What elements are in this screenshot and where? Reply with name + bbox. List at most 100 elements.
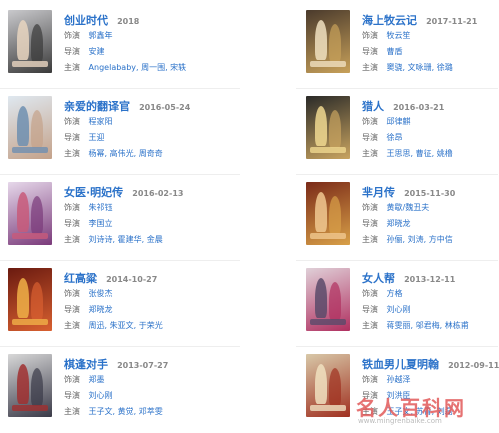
cast-value[interactable]: 孙俪, 刘涛, 方中信 xyxy=(387,235,453,244)
release-date: 2016-03-21 xyxy=(393,103,445,112)
movie-title[interactable]: 女医·明妃传 xyxy=(64,186,123,199)
release-date: 2017-11-21 xyxy=(426,17,478,26)
role-label: 饰演 xyxy=(64,375,80,384)
role-row: 饰演 黄歇/魏丑夫 xyxy=(362,200,499,216)
role-value[interactable]: 郭鑫年 xyxy=(89,31,113,40)
movie-poster[interactable] xyxy=(306,10,350,73)
cast-row: 主演 窦骁, 文咏珊, 徐璐 xyxy=(362,60,499,76)
movie-poster[interactable] xyxy=(306,268,350,331)
role-label: 饰演 xyxy=(64,203,80,212)
cast-row: 主演 孙俪, 刘涛, 方中信 xyxy=(362,232,499,248)
role-value[interactable]: 方格 xyxy=(387,289,403,298)
role-value[interactable]: 孙越泽 xyxy=(387,375,411,384)
movie-card: 棋逢对手 2013-07-27 饰演 郑墨 导演 刘心刚 主演 王子文, 黄觉,… xyxy=(0,354,240,432)
role-value[interactable]: 郑墨 xyxy=(89,375,105,384)
director-value[interactable]: 王迎 xyxy=(89,133,105,142)
movie-card: 猎人 2016-03-21 饰演 邱律麒 导演 徐昂 主演 王思思, 曹征, 姚… xyxy=(298,96,499,174)
movie-title[interactable]: 芈月传 xyxy=(362,186,395,199)
role-value[interactable]: 黄歇/魏丑夫 xyxy=(387,203,430,212)
role-label: 饰演 xyxy=(362,31,378,40)
movie-card: 芈月传 2015-11-30 饰演 黄歇/魏丑夫 导演 郑晓龙 主演 孙俪, 刘… xyxy=(298,182,499,260)
movie-info: 亲爱的翻译官 2016-05-24 饰演 程家阳 导演 王迎 主演 杨幂, 高伟… xyxy=(64,96,240,162)
role-label: 饰演 xyxy=(64,31,80,40)
movie-poster[interactable] xyxy=(8,96,52,159)
director-value[interactable]: 安建 xyxy=(89,47,105,56)
movie-card: 女医·明妃传 2016-02-13 饰演 朱祁钰 导演 李国立 主演 刘诗诗, … xyxy=(0,182,240,260)
cast-label: 主演 xyxy=(64,235,80,244)
role-value[interactable]: 邱律麒 xyxy=(387,117,411,126)
movie-poster[interactable] xyxy=(8,10,52,73)
director-label: 导演 xyxy=(64,47,80,56)
cast-label: 主演 xyxy=(64,321,80,330)
cast-value[interactable]: 刘诗诗, 霍建华, 金晨 xyxy=(89,235,163,244)
role-value[interactable]: 朱祁钰 xyxy=(89,203,113,212)
movie-poster[interactable] xyxy=(8,182,52,245)
cast-row: 主演 王子文, 黄觉, 邓萃雯 xyxy=(64,404,240,420)
role-row: 饰演 牧云笙 xyxy=(362,28,499,44)
row-divider xyxy=(0,346,240,347)
movie-info: 创业时代 2018 饰演 郭鑫年 导演 安建 主演 Angelababy, 周一… xyxy=(64,10,240,76)
movie-title[interactable]: 红高粱 xyxy=(64,272,97,285)
cast-value[interactable]: 王子文, 黄觉, 邓萃雯 xyxy=(89,407,163,416)
release-date: 2018 xyxy=(117,17,140,26)
cast-row: 主演 刘诗诗, 霍建华, 金晨 xyxy=(64,232,240,248)
director-label: 导演 xyxy=(362,47,378,56)
cast-value[interactable]: 蒋雯丽, 邬君梅, 林栋甫 xyxy=(387,321,469,330)
movie-card: 创业时代 2018 饰演 郭鑫年 导演 安建 主演 Angelababy, 周一… xyxy=(0,10,240,88)
director-row: 导演 王迎 xyxy=(64,130,240,146)
movie-poster[interactable] xyxy=(306,96,350,159)
director-value[interactable]: 李国立 xyxy=(89,219,113,228)
cast-label: 主演 xyxy=(362,235,378,244)
cast-value[interactable]: 杨幂, 高伟光, 周奇奇 xyxy=(89,149,163,158)
role-value[interactable]: 张俊杰 xyxy=(89,289,113,298)
cast-value[interactable]: 窦骁, 文咏珊, 徐璐 xyxy=(387,63,453,72)
row-divider xyxy=(0,88,240,89)
director-row: 导演 徐昂 xyxy=(362,130,499,146)
role-value[interactable]: 程家阳 xyxy=(89,117,113,126)
movie-title[interactable]: 猎人 xyxy=(362,100,384,113)
release-date: 2016-02-13 xyxy=(132,189,184,198)
movie-card: 女人帮 2013-12-11 饰演 方格 导演 刘心刚 主演 蒋雯丽, 邬君梅,… xyxy=(298,268,499,346)
release-date: 2016-05-24 xyxy=(139,103,191,112)
director-value[interactable]: 刘心刚 xyxy=(387,305,411,314)
movie-title[interactable]: 女人帮 xyxy=(362,272,395,285)
role-label: 饰演 xyxy=(362,289,378,298)
movie-title[interactable]: 亲爱的翻译官 xyxy=(64,100,130,113)
role-row: 饰演 孙越泽 xyxy=(362,372,499,388)
director-value[interactable]: 郑晓龙 xyxy=(387,219,411,228)
director-value[interactable]: 郑晓龙 xyxy=(89,305,113,314)
director-value[interactable]: 刘心刚 xyxy=(89,391,113,400)
director-row: 导演 刘心刚 xyxy=(362,302,499,318)
director-row: 导演 刘心刚 xyxy=(64,388,240,404)
cast-value[interactable]: 周迅, 朱亚文, 于荣光 xyxy=(89,321,163,330)
movie-title[interactable]: 棋逢对手 xyxy=(64,358,108,371)
role-row: 饰演 郑墨 xyxy=(64,372,240,388)
cast-label: 主演 xyxy=(362,321,378,330)
movie-info: 海上牧云记 2017-11-21 饰演 牧云笙 导演 曹盾 主演 窦骁, 文咏珊… xyxy=(362,10,499,76)
director-label: 导演 xyxy=(64,219,80,228)
movie-poster[interactable] xyxy=(8,268,52,331)
cast-value[interactable]: Angelababy, 周一围, 宋轶 xyxy=(89,63,187,72)
movie-poster[interactable] xyxy=(8,354,52,417)
director-label: 导演 xyxy=(362,133,378,142)
movie-card: 海上牧云记 2017-11-21 饰演 牧云笙 导演 曹盾 主演 窦骁, 文咏珊… xyxy=(298,10,499,88)
movie-title[interactable]: 海上牧云记 xyxy=(362,14,417,27)
director-value[interactable]: 曹盾 xyxy=(387,47,403,56)
cast-row: 主演 王思思, 曹征, 姚橹 xyxy=(362,146,499,162)
director-value[interactable]: 徐昂 xyxy=(387,133,403,142)
movie-poster[interactable] xyxy=(306,182,350,245)
row-divider xyxy=(296,174,498,175)
release-date: 2014-10-27 xyxy=(106,275,158,284)
movie-title[interactable]: 创业时代 xyxy=(64,14,108,27)
row-divider xyxy=(0,174,240,175)
row-divider xyxy=(0,260,240,261)
role-value[interactable]: 牧云笙 xyxy=(387,31,411,40)
movie-card: 红高粱 2014-10-27 饰演 张俊杰 导演 郑晓龙 主演 周迅, 朱亚文,… xyxy=(0,268,240,346)
cast-value[interactable]: 王思思, 曹征, 姚橹 xyxy=(387,149,453,158)
cast-label: 主演 xyxy=(64,407,80,416)
role-row: 饰演 朱祁钰 xyxy=(64,200,240,216)
movie-info: 猎人 2016-03-21 饰演 邱律麒 导演 徐昂 主演 王思思, 曹征, 姚… xyxy=(362,96,499,162)
role-row: 饰演 邱律麒 xyxy=(362,114,499,130)
row-divider xyxy=(296,260,498,261)
movie-title[interactable]: 铁血男儿夏明翰 xyxy=(362,358,439,371)
